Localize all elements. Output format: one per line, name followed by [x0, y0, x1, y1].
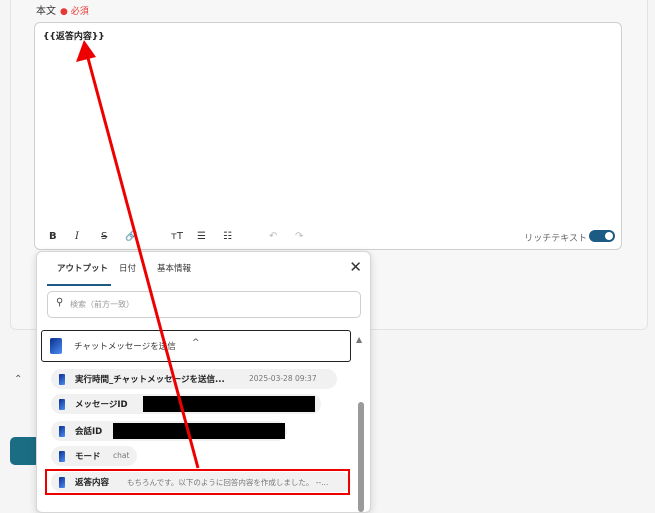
scroll-up-arrow[interactable]: ▲	[356, 335, 362, 344]
active-tab-underline	[47, 284, 111, 286]
search-placeholder: 検索（前方一致）	[70, 300, 134, 309]
redacted-value	[113, 423, 285, 439]
search-input[interactable]: ⚲ 検索（前方一致）	[47, 291, 361, 318]
list-item[interactable]: メッセージID	[51, 394, 321, 414]
highlight-box	[45, 469, 350, 495]
chevron-up-icon[interactable]: ⌃	[14, 374, 22, 385]
app-logo-icon	[59, 399, 65, 410]
search-icon: ⚲	[56, 297, 64, 308]
strike-button[interactable]: S	[101, 231, 107, 242]
list-item[interactable]: 会話ID	[51, 421, 287, 441]
close-icon[interactable]: ✕	[349, 258, 362, 276]
item-value: 2025-03-28 09:37	[249, 374, 317, 383]
app-logo-icon	[59, 426, 65, 437]
app-logo-icon	[59, 451, 65, 462]
app-logo-icon	[59, 374, 65, 385]
ordered-list-button[interactable]: ☷	[223, 231, 232, 242]
bullet-list-button[interactable]: ☰	[197, 231, 206, 242]
body-editor[interactable]: {{返答内容}} B I S 🔗 тT ☰ ☷ ↶ ↷ リッチテキスト	[34, 22, 622, 250]
link-button[interactable]: 🔗	[125, 231, 137, 242]
toggle-knob	[605, 232, 613, 240]
body-field-label: 本文 ● 必須	[36, 2, 89, 17]
redacted-value	[143, 396, 315, 412]
variable-popover: アウトプット 日付 基本情報 ✕ ⚲ 検索（前方一致） チャットメッセージを送信…	[36, 251, 371, 513]
tab-date[interactable]: 日付	[119, 262, 136, 274]
item-name: メッセージID	[75, 400, 128, 410]
undo-button[interactable]: ↶	[269, 231, 277, 242]
label-text: 本文	[36, 6, 56, 17]
list-item[interactable]: モード chat	[51, 446, 137, 466]
item-value: chat	[113, 451, 130, 460]
group-title: チャットメッセージを送信	[74, 342, 176, 352]
editor-content[interactable]: {{返答内容}}	[43, 29, 105, 42]
redo-button[interactable]: ↷	[295, 231, 303, 242]
item-name: モード	[75, 452, 101, 462]
group-header[interactable]: チャットメッセージを送信 ^	[41, 330, 351, 362]
app-logo-icon	[50, 338, 62, 354]
bold-button[interactable]: B	[49, 231, 57, 242]
item-name: 会話ID	[75, 427, 103, 437]
tab-output[interactable]: アウトプット	[57, 262, 108, 274]
tab-basic-info[interactable]: 基本情報	[157, 262, 191, 274]
text-size-button[interactable]: тT	[171, 231, 183, 242]
list-item[interactable]: 実行時間_チャットメッセージを送信... 2025-03-28 09:37	[51, 369, 337, 389]
scrollbar-thumb[interactable]	[358, 402, 364, 512]
editor-toolbar: B I S 🔗 тT ☰ ☷ ↶ ↷ リッチテキスト	[35, 225, 621, 249]
rich-text-toggle[interactable]	[589, 230, 615, 242]
item-name: 実行時間_チャットメッセージを送信...	[75, 375, 225, 385]
chevron-up-icon[interactable]: ^	[192, 338, 200, 348]
required-badge: ● 必須	[60, 7, 89, 17]
rich-text-label: リッチテキスト	[524, 234, 587, 244]
italic-button[interactable]: I	[75, 231, 79, 242]
